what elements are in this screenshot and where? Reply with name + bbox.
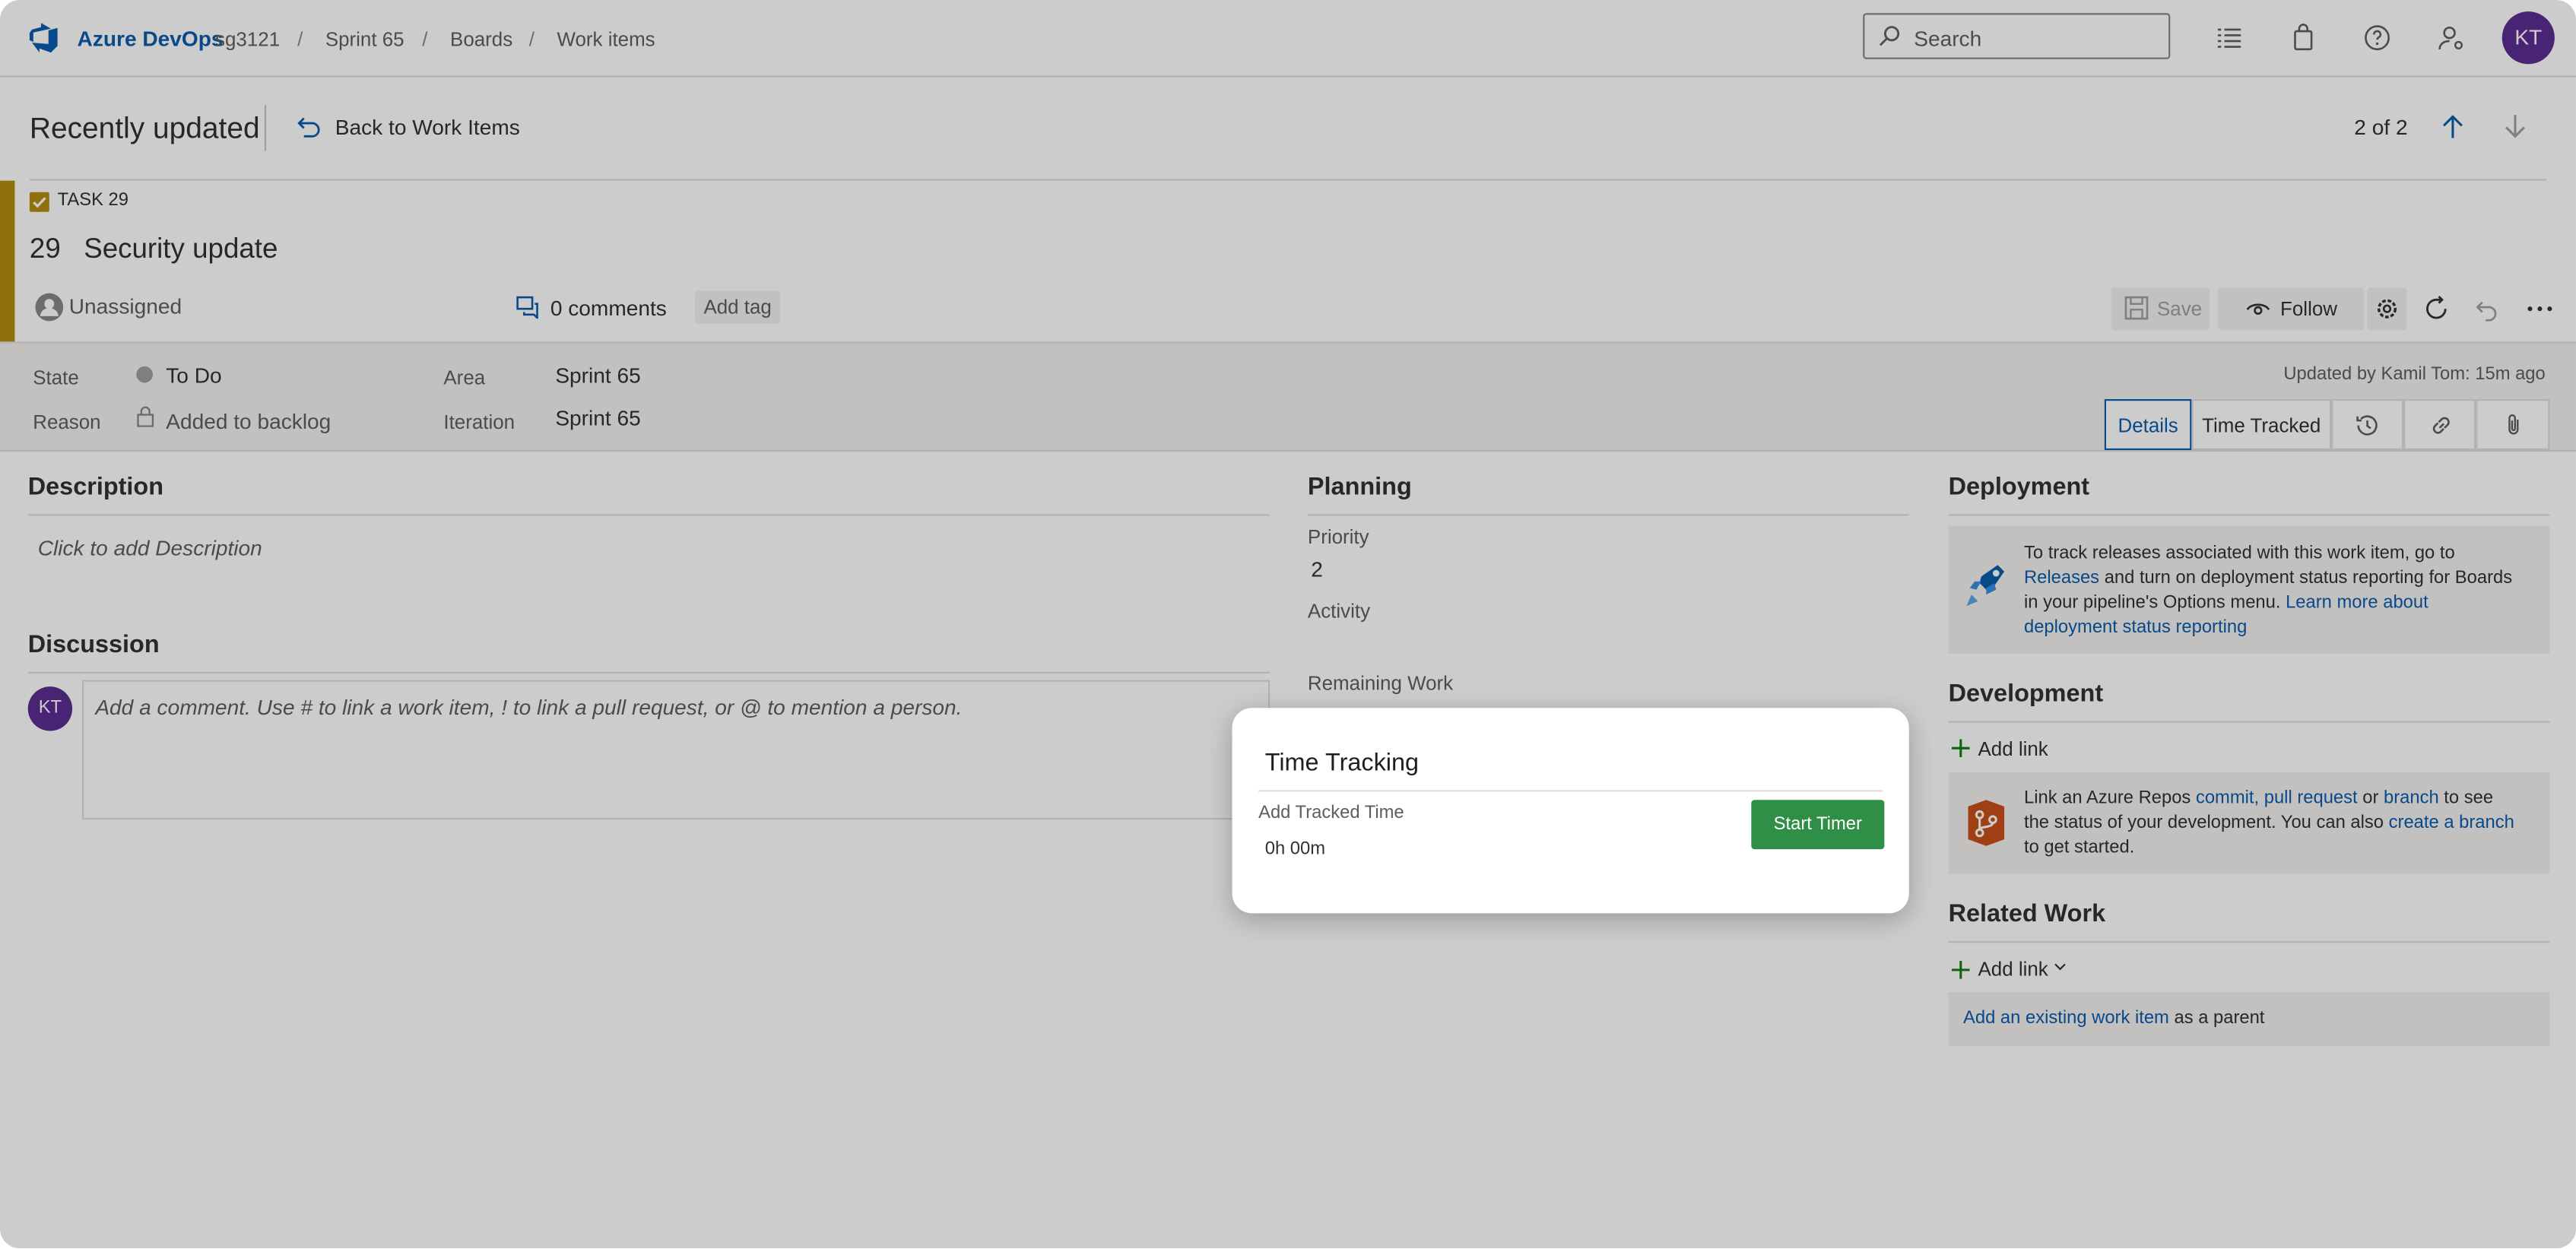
tracked-time-input[interactable]: 0h 00m xyxy=(1265,839,1325,859)
dialog-rule xyxy=(1258,790,1883,792)
dialog-title: Time Tracking xyxy=(1264,749,1420,778)
start-timer-button[interactable]: Start Timer xyxy=(1751,800,1885,850)
time-tracking-dialog: Time Tracking Add Tracked Time 0h 00m St… xyxy=(1232,708,1909,914)
tracked-time-label: Add Tracked Time xyxy=(1258,803,1404,823)
modal-overlay[interactable] xyxy=(0,0,2576,1249)
